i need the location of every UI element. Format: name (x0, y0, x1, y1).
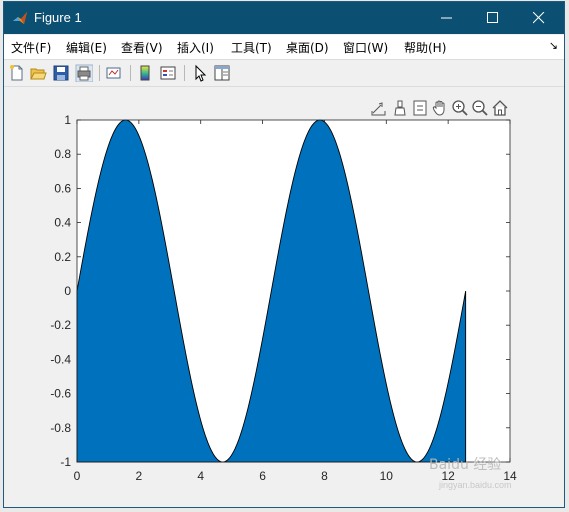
y-tick-label: -0.6 (50, 387, 71, 401)
y-tick-label: 0.4 (54, 216, 71, 230)
x-tick-label: 6 (259, 469, 266, 483)
watermark-url: jingyan.baidu.com (439, 480, 512, 490)
x-tick-label: 2 (136, 469, 143, 483)
watermark: Baidu 经验 (429, 457, 502, 473)
figure-window: Figure 1 文件(F) 编辑(E) 查看(V) 插入(I) 工具(T) 桌… (3, 1, 565, 508)
y-tick-label: -0.8 (50, 421, 71, 435)
x-tick-label: 0 (74, 469, 81, 483)
y-tick-label: -0.2 (50, 318, 71, 332)
x-tick-label: 4 (197, 469, 204, 483)
x-tick-label: 10 (380, 469, 394, 483)
y-tick-label: 0.8 (54, 147, 71, 161)
y-tick-label: 0.6 (54, 181, 71, 195)
y-tick-label: -0.4 (50, 352, 71, 366)
y-tick-label: -1 (60, 455, 71, 469)
plot-axes[interactable]: 0 2 4 6 8 10 12 1410.80.60.40.20-0.2-0.4-0.6-0.… (4, 2, 566, 509)
y-tick-label: 1 (64, 113, 71, 127)
y-tick-label: 0 (64, 284, 71, 298)
x-tick-label: 8 (321, 469, 328, 483)
y-tick-label: 0.2 (54, 250, 71, 264)
